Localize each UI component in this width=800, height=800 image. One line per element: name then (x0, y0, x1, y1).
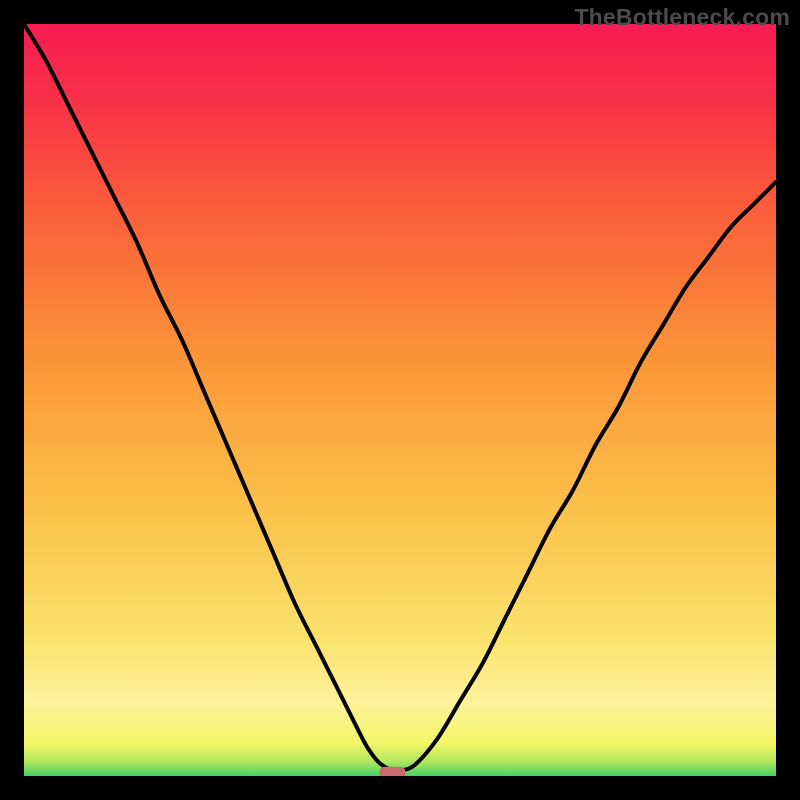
watermark-text: TheBottleneck.com (574, 4, 790, 31)
plot-area (24, 24, 776, 776)
gradient-background (24, 24, 776, 776)
chart-frame: TheBottleneck.com (0, 0, 800, 800)
bottleneck-curve-chart (24, 24, 776, 776)
minimum-marker (379, 767, 405, 776)
